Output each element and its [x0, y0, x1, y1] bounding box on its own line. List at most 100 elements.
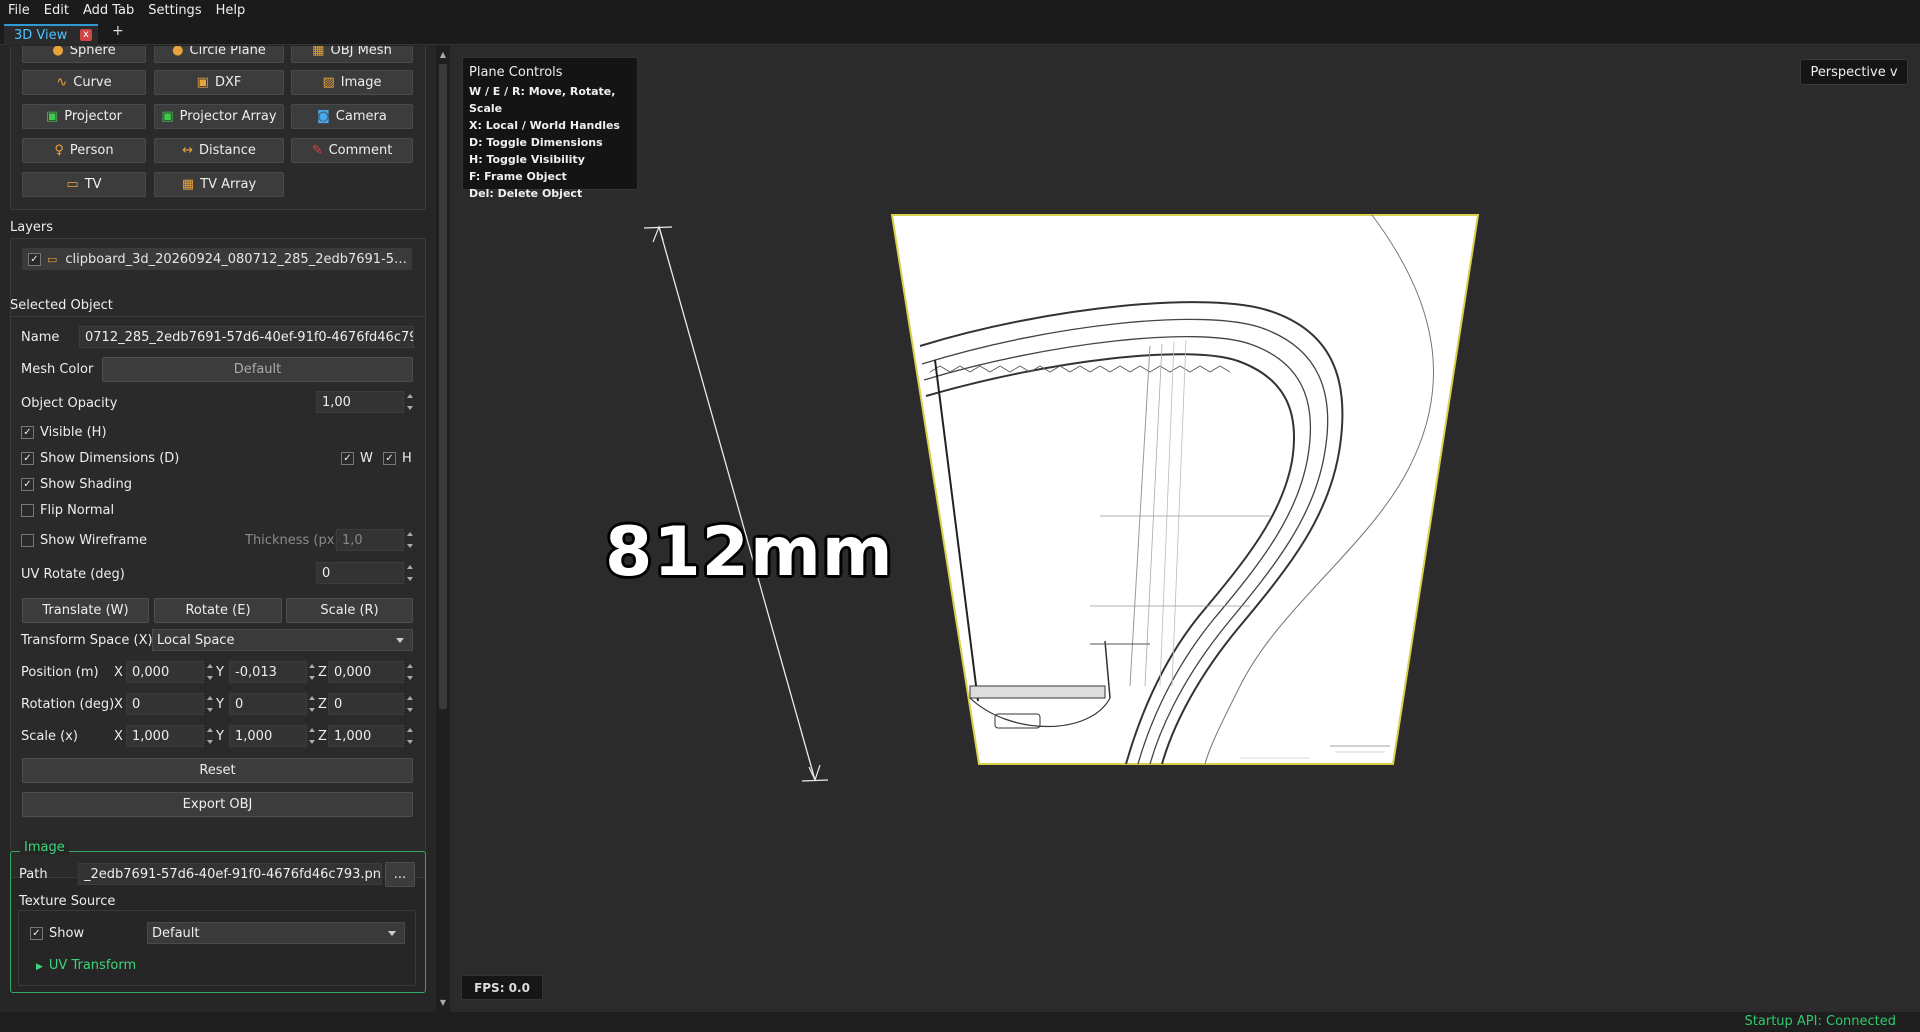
export-obj-button[interactable]: Export OBJ [22, 792, 413, 817]
thickness-stepper[interactable] [406, 529, 414, 551]
uv-rotate-input[interactable]: 0 [316, 562, 404, 584]
rotation-z-label: Z [318, 697, 327, 712]
camera-button[interactable]: ◙ Camera [291, 104, 413, 129]
show-shading-checkbox[interactable]: ✓ [21, 478, 34, 491]
visible-row[interactable]: ✓ Visible (H) [21, 425, 107, 440]
scale-x-stepper[interactable] [206, 725, 214, 747]
show-wireframe-row[interactable]: ✓Show Wireframe [21, 533, 147, 548]
position-z-stepper[interactable] [406, 661, 414, 683]
curve-button[interactable]: ∿ Curve [22, 70, 146, 95]
path-input[interactable]: _2edb7691-57d6-40ef-91f0-4676fd46c793.pn… [78, 863, 382, 885]
close-icon[interactable]: x [80, 29, 92, 41]
scale-x-label: X [114, 729, 123, 744]
position-z-label: Z [318, 665, 327, 680]
opacity-input[interactable]: 1,00 [316, 391, 404, 413]
position-y-input[interactable]: -0,013 [229, 661, 307, 683]
status-text: Startup API: Connected [1744, 1014, 1896, 1029]
thickness-label: Thickness (px) [245, 533, 340, 548]
show-dimensions-row[interactable]: ✓ Show Dimensions (D) [21, 451, 179, 466]
rotation-x-input[interactable]: 0 [126, 693, 204, 715]
position-z-input[interactable]: 0,000 [328, 661, 404, 683]
image-button[interactable]: ▨ Image [291, 70, 413, 95]
projector-array-icon: ▣ [161, 109, 174, 124]
scale-z-stepper[interactable] [406, 725, 414, 747]
translate-button[interactable]: Translate (W) [22, 598, 149, 623]
flip-normal-checkbox[interactable]: ✓ [21, 504, 34, 517]
rotation-y-input[interactable]: 0 [229, 693, 307, 715]
scale-z-input[interactable]: 1,000 [328, 725, 404, 747]
rotate-button[interactable]: Rotate (E) [154, 598, 282, 623]
rotation-y-stepper[interactable] [308, 693, 316, 715]
show-texture-row[interactable]: ✓ Show [30, 926, 84, 941]
scale-z-label: Z [318, 729, 327, 744]
show-texture-checkbox[interactable]: ✓ [30, 927, 43, 940]
mesh-color-button[interactable]: Default [102, 357, 413, 382]
scale-button[interactable]: Scale (R) [286, 598, 413, 623]
uv-rotate-label: UV Rotate (deg) [21, 567, 125, 582]
position-x-input[interactable]: 0,000 [126, 661, 204, 683]
show-wireframe-checkbox[interactable]: ✓ [21, 534, 34, 547]
dim-h-row[interactable]: ✓ H [383, 451, 412, 466]
menubar: File Edit Add Tab Settings Help [0, 0, 1920, 21]
scroll-down-icon[interactable]: ▼ [438, 998, 448, 1008]
name-input[interactable]: 0712_285_2edb7691-57d6-40ef-91f0-4676fd4… [79, 326, 414, 348]
plane-controls-panel: Plane Controls W / E / R: Move, Rotate, … [462, 57, 638, 200]
scroll-thumb[interactable] [439, 64, 447, 709]
dim-w-checkbox[interactable]: ✓ [341, 452, 354, 465]
fps-counter: FPS: 0.0 [461, 975, 543, 1000]
uv-transform-toggle[interactable]: ▶ UV Transform [36, 958, 136, 973]
show-shading-row[interactable]: ✓ Show Shading [21, 477, 132, 492]
perspective-dropdown[interactable]: Perspective v [1800, 59, 1908, 85]
menu-file[interactable]: File [8, 3, 30, 18]
image-plane[interactable] [890, 214, 1480, 765]
scale-y-stepper[interactable] [308, 725, 316, 747]
dim-h-checkbox[interactable]: ✓ [383, 452, 396, 465]
left-panel-scrollbar[interactable]: ▲ ▼ [436, 46, 450, 1012]
dxf-button[interactable]: ▣ DXF [154, 70, 284, 95]
texture-source-label: Texture Source [19, 894, 116, 909]
distance-button[interactable]: ↔ Distance [154, 138, 284, 163]
thickness-input[interactable]: 1,0 [336, 529, 404, 551]
sphere-button[interactable]: ● Sphere [22, 46, 146, 63]
position-y-stepper[interactable] [308, 661, 316, 683]
projector-array-button[interactable]: ▣ Projector Array [154, 104, 284, 129]
position-x-label: X [114, 665, 123, 680]
sphere-icon: ● [52, 46, 64, 58]
circle-plane-icon: ● [172, 46, 184, 58]
comment-button[interactable]: ✎ Comment [291, 138, 413, 163]
browse-button[interactable]: ... [385, 862, 415, 887]
projector-button[interactable]: ▣ Projector [22, 104, 146, 129]
scale-x-input[interactable]: 1,000 [126, 725, 204, 747]
position-x-stepper[interactable] [206, 661, 214, 683]
visible-checkbox[interactable]: ✓ [21, 426, 34, 439]
obj-mesh-button[interactable]: ▦ OBJ Mesh [291, 46, 413, 63]
tv-array-button[interactable]: ▦ TV Array [154, 172, 284, 197]
dim-w-row[interactable]: ✓ W [341, 451, 373, 466]
menu-edit[interactable]: Edit [44, 3, 69, 18]
rotation-x-stepper[interactable] [206, 693, 214, 715]
reset-button[interactable]: Reset [22, 758, 413, 783]
rotation-x-label: X [114, 697, 123, 712]
scale-y-input[interactable]: 1,000 [229, 725, 307, 747]
image-group-title: Image [20, 840, 69, 855]
flip-normal-row[interactable]: ✓Flip Normal [21, 503, 114, 518]
transform-space-dropdown[interactable]: Local Space [152, 629, 413, 651]
path-label: Path [19, 867, 48, 882]
circle-plane-button[interactable]: ● Circle Plane [154, 46, 284, 63]
opacity-stepper[interactable] [406, 391, 414, 413]
texture-source-dropdown[interactable]: Default [147, 922, 405, 944]
uv-rotate-stepper[interactable] [406, 562, 414, 584]
menu-help[interactable]: Help [216, 3, 246, 18]
show-dimensions-checkbox[interactable]: ✓ [21, 452, 34, 465]
rotation-z-input[interactable]: 0 [328, 693, 404, 715]
rotation-z-stepper[interactable] [406, 693, 414, 715]
tv-button[interactable]: ▭ TV [22, 172, 146, 197]
layer-visible-checkbox[interactable]: ✓ [28, 252, 41, 266]
layer-item[interactable]: ✓ ▭ clipboard_3d_20260924_080712_285_2ed… [22, 248, 412, 270]
tab-3d-view[interactable]: 3D View x [4, 24, 98, 45]
person-button[interactable]: ♀ Person [22, 138, 146, 163]
menu-add-tab[interactable]: Add Tab [83, 3, 134, 18]
add-tab-button[interactable]: + [112, 23, 124, 39]
scroll-up-icon[interactable]: ▲ [438, 50, 448, 60]
menu-settings[interactable]: Settings [148, 3, 201, 18]
